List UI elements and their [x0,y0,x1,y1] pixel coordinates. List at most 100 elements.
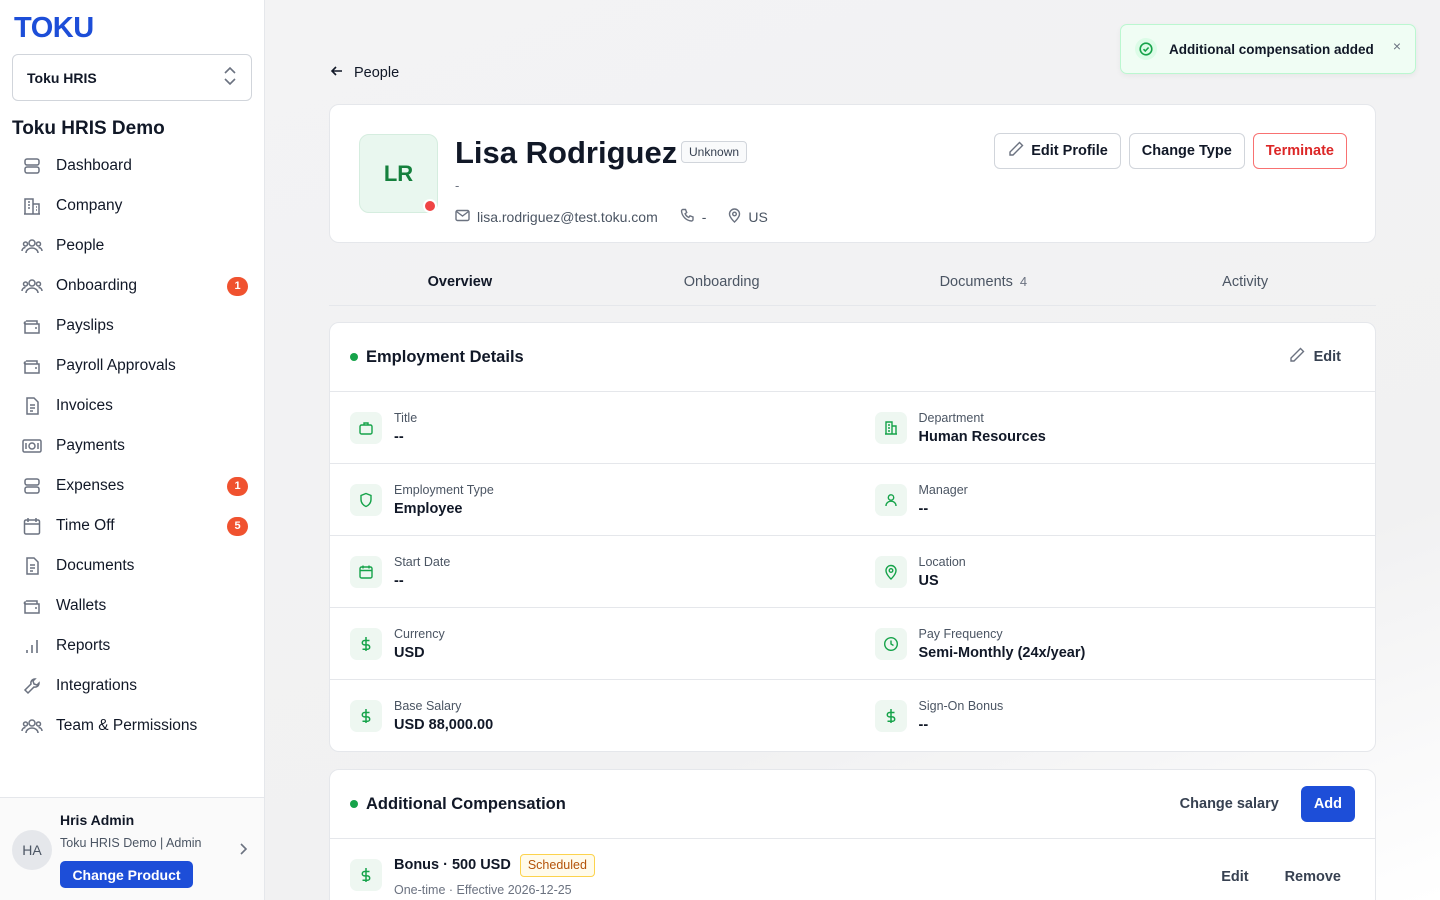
sidebar-item-onboarding[interactable]: Onboarding 1 [0,266,264,306]
pencil-icon [1007,140,1031,162]
edit-compensation-button[interactable]: Edit [1221,869,1248,885]
tab-label: Activity [1222,274,1269,290]
wrench-icon [20,674,44,698]
success-toast: Additional compensation added × [1120,24,1416,74]
detail-value: USD 88,000.00 [394,717,494,733]
tab-activity[interactable]: Activity [1114,262,1376,305]
detail-value: Semi-Monthly (24x/year) [918,644,1086,661]
tab-label: Overview [427,274,493,290]
detail-base-salary: Base Salary USD 88,000.00 [330,680,853,752]
document-icon [20,394,44,418]
sidebar-item-label: Wallets [56,597,107,614]
terminate-button[interactable]: Terminate [1252,133,1347,169]
contact-row: lisa.rodriguez@test.toku.com - US [455,208,790,226]
sidebar-item-label: Expenses [56,477,125,494]
detail-sign-on-bonus: Sign-On Bonus -- [853,680,1376,752]
sidebar-item-time-off[interactable]: Time Off 5 [0,506,264,546]
detail-label: Employment Type [394,482,494,497]
sidebar-item-team-permissions[interactable]: Team & Permissions [0,706,264,746]
wallet-icon [20,594,44,618]
sidebar-item-documents[interactable]: Documents [0,546,264,586]
additional-compensation-section: Additional Compensation Change salary Ad… [329,769,1376,900]
detail-row: Currency USD Pay Frequency Semi-Monthly (2… [330,608,1375,680]
tab-documents[interactable]: Documents 4 [853,262,1115,305]
detail-start-date: Start Date -- [330,536,853,607]
shield-icon [350,483,382,516]
document-icon [20,554,44,578]
detail-row: Employment Type Employee Manager -- [330,464,1375,536]
detail-department: Department Human Resources [853,392,1376,463]
chevron-right-icon[interactable] [238,842,248,861]
section-dot [350,353,358,361]
detail-label: Pay Frequency [918,626,1003,641]
chevron-up-down-icon [223,66,237,89]
tab-onboarding[interactable]: Onboarding [591,262,853,305]
email-contact[interactable]: lisa.rodriguez@test.toku.com [455,209,658,225]
building-icon [874,411,907,444]
mail-icon [455,209,477,225]
detail-value: USD [394,644,425,661]
add-compensation-button[interactable]: Add [1300,786,1355,822]
status-badge: Scheduled [519,853,595,877]
change-salary-button[interactable]: Change salary [1180,796,1279,812]
close-icon[interactable]: × [1393,38,1401,54]
tab-overview[interactable]: Overview [329,262,591,305]
product-select[interactable]: Toku HRIS [12,54,252,101]
detail-row: Base Salary USD 88,000.00 Sign-On Bonus -- [330,680,1375,752]
edit-employment-button[interactable]: Edit [1288,346,1341,368]
sidebar-item-dashboard[interactable]: Dashboard [0,146,264,186]
detail-title: Title -- [330,392,853,463]
sidebar-item-payslips[interactable]: Payslips [0,306,264,346]
dollar-icon [874,700,907,732]
change-product-button[interactable]: Change Product [60,861,193,888]
product-select-value: Toku HRIS [27,69,97,86]
clock-icon [874,627,907,660]
banknote-icon [20,434,44,458]
user-name: Hris Admin [60,812,135,828]
detail-label: Sign-On Bonus [918,699,1004,713]
dollar-icon [350,859,382,891]
main-content: People LR Lisa Rodriguez Unknown - lisa.… [265,0,1440,900]
compensation-title-row: Bonus · 500 USD Scheduled [394,853,595,877]
sidebar-item-people[interactable]: People [0,226,264,266]
sidebar-nav: Dashboard Company People Onboarding 1 Pa… [0,146,264,746]
building-icon [20,194,44,218]
compensation-item: Bonus · 500 USD Scheduled One-time · Eff… [330,839,1375,900]
edit-profile-button[interactable]: Edit Profile [994,133,1121,169]
detail-label: Currency [394,626,445,641]
sidebar-item-label: Payslips [56,317,114,334]
change-type-button[interactable]: Change Type [1128,133,1245,169]
section-title: Additional Compensation [366,794,566,813]
section-title: Employment Details [366,347,524,366]
toku-logo[interactable]: TOKU [14,12,94,45]
org-name: Toku HRIS Demo [12,118,165,139]
sidebar-item-expenses[interactable]: Expenses 1 [0,466,264,506]
sidebar-item-invoices[interactable]: Invoices [0,386,264,426]
wallet-icon [20,354,44,378]
location-contact: US [728,208,768,226]
sidebar-item-integrations[interactable]: Integrations [0,666,264,706]
check-circle-icon [1135,38,1157,60]
user-menu[interactable]: HA Hris Admin Toku HRIS Demo | Admin Cha… [0,797,264,900]
sidebar-item-label: Invoices [56,397,113,414]
remove-compensation-button[interactable]: Remove [1285,869,1341,885]
detail-label: Start Date [394,554,451,569]
sidebar-item-label: Payroll Approvals [56,357,176,374]
sidebar-item-reports[interactable]: Reports [0,626,264,666]
arrow-left-icon [330,64,354,82]
back-to-people-link[interactable]: People [330,64,399,82]
detail-label: Base Salary [394,699,462,713]
sidebar-item-wallets[interactable]: Wallets [0,586,264,626]
sidebar-item-payments[interactable]: Payments [0,426,264,466]
avatar: HA [12,830,52,870]
sidebar-item-company[interactable]: Company [0,186,264,226]
profile-card: LR Lisa Rodriguez Unknown - lisa.rodrigu… [329,104,1376,243]
compensation-actions: Change salary Add [1180,786,1355,822]
sidebar-item-label: Company [56,197,123,214]
users-icon [20,714,44,738]
detail-manager: Manager -- [853,464,1376,535]
location-text: US [748,209,768,225]
sidebar-item-label: Team & Permissions [56,717,198,734]
sidebar-item-payroll-approvals[interactable]: Payroll Approvals [0,346,264,386]
sidebar-item-label: Time Off [56,517,115,534]
